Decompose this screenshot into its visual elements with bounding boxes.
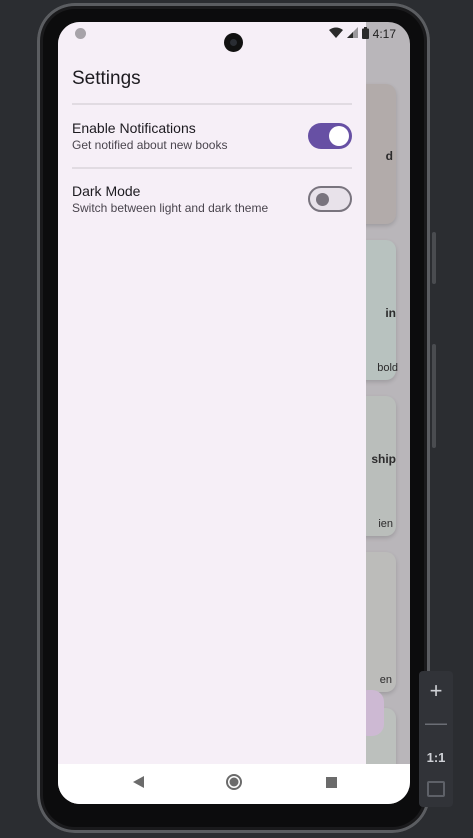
book-title: ship bbox=[371, 452, 396, 466]
wifi-icon bbox=[328, 27, 343, 41]
recents-button[interactable] bbox=[319, 764, 343, 804]
signal-icon bbox=[346, 27, 358, 41]
recents-icon bbox=[325, 775, 337, 793]
actual-size-button[interactable]: 1:1 bbox=[419, 743, 453, 771]
dark-mode-description: Switch between light and dark theme bbox=[72, 201, 269, 215]
zoom-out-button[interactable]: — bbox=[419, 709, 453, 737]
power-button[interactable] bbox=[432, 232, 436, 284]
book-title: d bbox=[385, 149, 393, 163]
book-author: ien bbox=[378, 518, 393, 530]
book-author: bold bbox=[377, 362, 398, 374]
notification-dot-icon bbox=[75, 28, 86, 39]
volume-button[interactable] bbox=[432, 344, 436, 448]
dark-mode-label: Dark Mode bbox=[72, 183, 141, 199]
notifications-description: Get notified about new books bbox=[72, 138, 228, 152]
camera-cutout bbox=[224, 33, 243, 52]
fit-screen-icon bbox=[427, 781, 445, 797]
home-button[interactable] bbox=[222, 764, 246, 804]
back-button[interactable] bbox=[126, 764, 150, 804]
home-icon bbox=[226, 773, 242, 795]
zoom-in-button[interactable]: + bbox=[419, 677, 453, 705]
divider bbox=[72, 167, 352, 169]
dark-mode-toggle[interactable] bbox=[308, 186, 352, 212]
back-icon bbox=[132, 775, 144, 793]
book-author: en bbox=[379, 674, 392, 686]
status-bar: 4:17 bbox=[328, 25, 396, 43]
divider bbox=[72, 103, 352, 105]
battery-icon bbox=[361, 26, 369, 42]
toggle-knob bbox=[329, 126, 349, 146]
toggle-knob bbox=[316, 193, 329, 206]
clock: 4:17 bbox=[372, 27, 396, 41]
notifications-toggle[interactable] bbox=[308, 123, 352, 149]
emulator-zoom-panel: + — 1:1 bbox=[419, 671, 453, 807]
phone-screen: d in bold ship ien en Settings Enable No… bbox=[58, 22, 410, 804]
settings-title: Settings bbox=[72, 68, 141, 89]
fit-screen-button[interactable] bbox=[419, 775, 453, 803]
notifications-label: Enable Notifications bbox=[72, 120, 196, 136]
navigation-bar bbox=[58, 764, 410, 804]
settings-drawer: Settings Enable Notifications Get notifi… bbox=[58, 22, 366, 804]
book-title: in bbox=[385, 306, 396, 320]
